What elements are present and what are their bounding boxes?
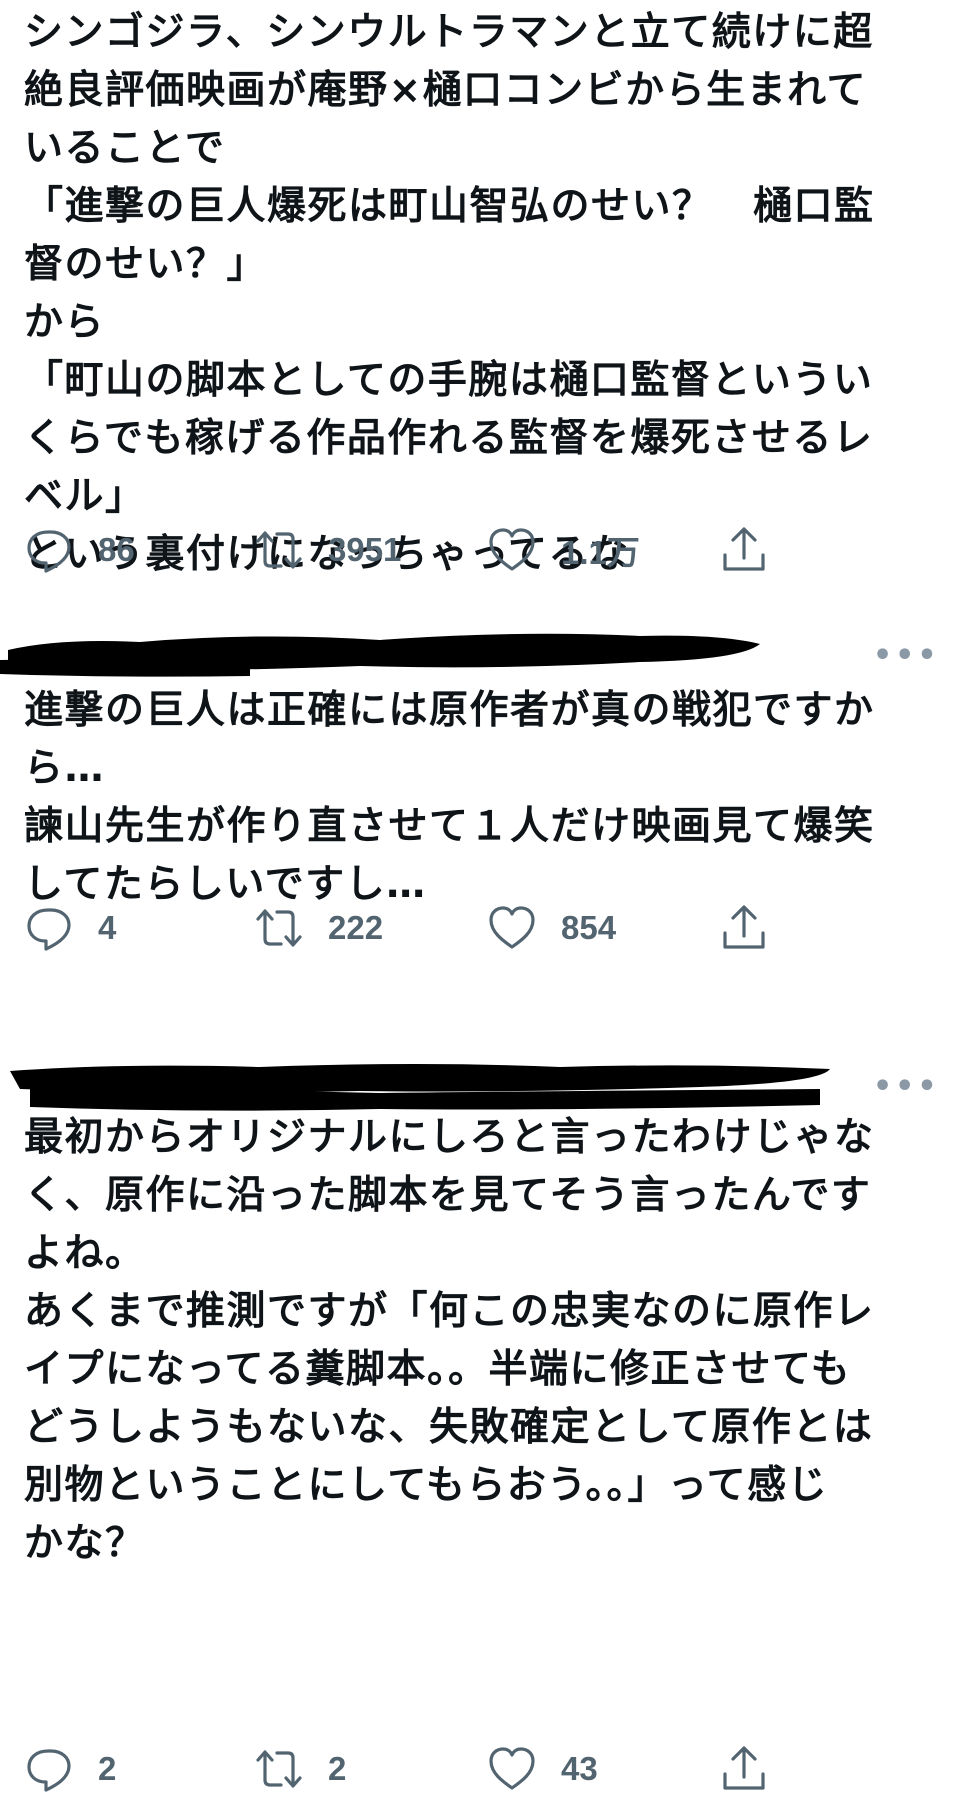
tweet-text: 進撃の巨人は正確には原作者が真の戦犯ですか ら… 諫山先生が作り直させて１人だけ… xyxy=(24,688,875,907)
retweet-count: 2 xyxy=(328,1750,347,1787)
retweet-count: 222 xyxy=(328,909,384,946)
like-button[interactable]: 854 xyxy=(487,900,616,956)
reply-count: 4 xyxy=(98,909,117,946)
tweet-actions: 86 3951 1.1万 xyxy=(24,522,784,578)
share-icon xyxy=(723,905,765,949)
like-button[interactable]: 1.1万 xyxy=(487,522,640,578)
retweet-button[interactable]: 3951 xyxy=(254,522,401,578)
retweet-icon xyxy=(256,909,302,947)
heart-icon xyxy=(489,528,535,571)
reply-count: 2 xyxy=(98,1750,117,1787)
tweet-text: 最初からオリジナルにしろと言ったわけじゃな く、原作に沿った脚本を見てそう言った… xyxy=(24,1115,875,1566)
reply-count: 86 xyxy=(98,531,135,568)
share-icon xyxy=(723,1746,765,1790)
like-count: 43 xyxy=(561,1750,598,1787)
tweet-2: ••• 進撃の巨人は正確には原作者が真の戦犯ですか ら… 諫山先生が作り直させて… xyxy=(0,610,966,1040)
share-button[interactable] xyxy=(719,900,769,956)
more-icon[interactable]: ••• xyxy=(873,1069,940,1104)
heart-icon xyxy=(489,906,535,949)
heart-icon xyxy=(489,1747,535,1790)
like-count: 854 xyxy=(561,909,617,946)
reply-button[interactable]: 4 xyxy=(24,900,116,956)
tweet-actions: 4 222 854 xyxy=(24,900,784,956)
tweet-text: シンゴジラ、シンウルトラマンと立て続けに超 絶良評価映画が庵野×樋口コンビから生… xyxy=(24,10,875,577)
like-count: 1.1万 xyxy=(561,534,640,571)
tweet-actions: 2 2 43 xyxy=(24,1741,784,1797)
share-button[interactable] xyxy=(719,522,769,578)
retweet-button[interactable]: 222 xyxy=(254,900,383,956)
like-button[interactable]: 43 xyxy=(487,1741,598,1797)
reply-button[interactable]: 86 xyxy=(24,522,135,578)
reply-icon xyxy=(27,1749,71,1792)
tweet-3: ••• 最初からオリジナルにしろと言ったわけじゃな く、原作に沿った脚本を見てそ… xyxy=(0,1045,966,1807)
share-icon xyxy=(723,527,765,571)
retweet-icon xyxy=(256,1750,302,1788)
reply-button[interactable]: 2 xyxy=(24,1741,116,1797)
redacted-username xyxy=(0,633,760,677)
retweet-count: 3951 xyxy=(328,531,402,568)
redacted-username xyxy=(10,1064,830,1111)
reply-icon xyxy=(27,908,71,951)
retweet-icon xyxy=(256,531,302,569)
tweet-1: シンゴジラ、シンウルトラマンと立て続けに超 絶良評価映画が庵野×樋口コンビから生… xyxy=(0,0,966,610)
share-button[interactable] xyxy=(719,1741,769,1797)
more-icon[interactable]: ••• xyxy=(873,638,940,673)
retweet-button[interactable]: 2 xyxy=(254,1741,346,1797)
reply-icon xyxy=(27,530,71,573)
